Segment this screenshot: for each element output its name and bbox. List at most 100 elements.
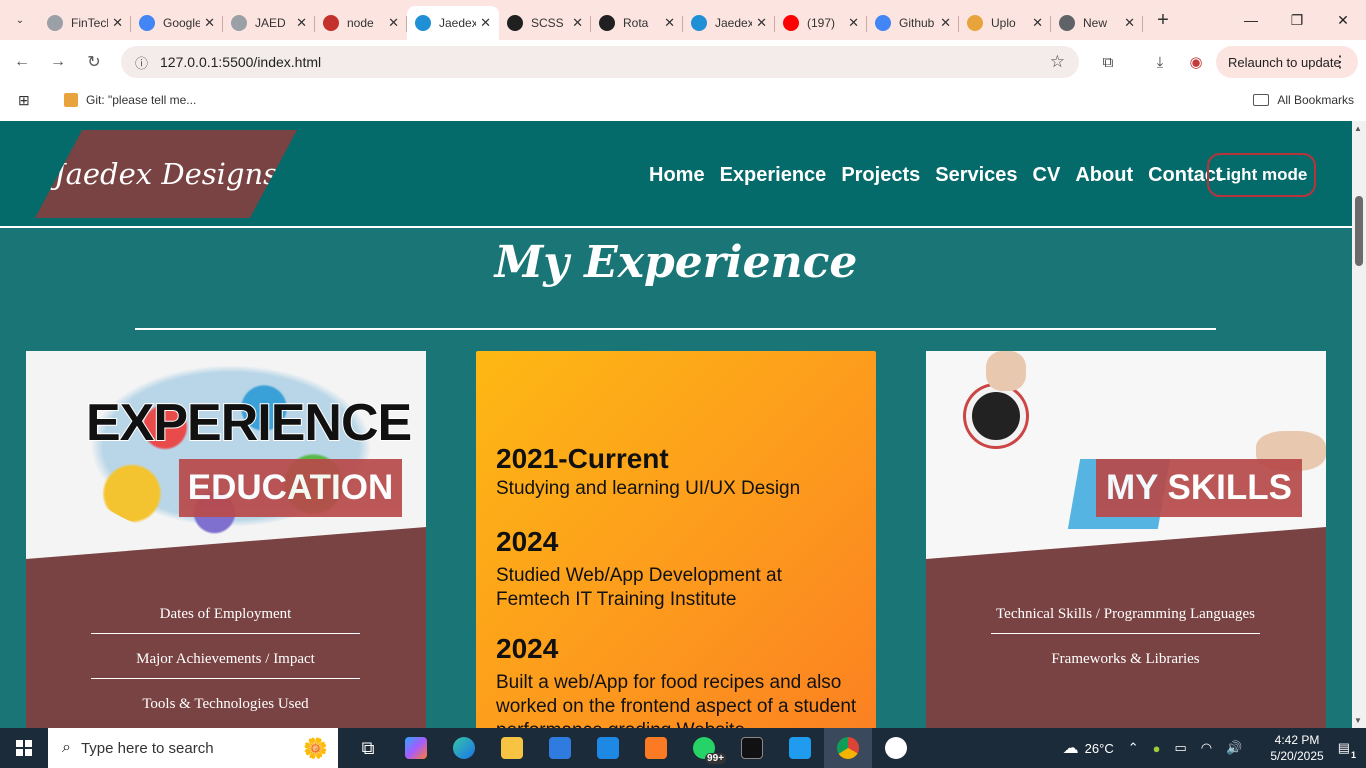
- back-arrow-icon[interactable]: ←: [4, 44, 40, 80]
- search-highlight-icon[interactable]: 🌼: [303, 736, 328, 761]
- site-info-icon[interactable]: ⓘ: [135, 53, 148, 72]
- page-scrollbar[interactable]: ▲ ▼: [1352, 121, 1366, 728]
- scroll-down-icon[interactable]: ▼: [1354, 716, 1362, 725]
- browser-tab[interactable]: Jaedex ✕: [683, 6, 775, 40]
- tab-title: FinTech: [71, 16, 108, 30]
- chrome-icon[interactable]: [824, 728, 872, 768]
- wifi-icon[interactable]: ◠: [1201, 740, 1212, 756]
- bookmark-item[interactable]: Git: "please tell me...: [64, 93, 196, 107]
- tab-favicon-icon: [415, 15, 431, 31]
- browser-tab[interactable]: Uplo ✕: [959, 6, 1051, 40]
- nav-services[interactable]: Services: [935, 164, 1017, 187]
- profile-icon[interactable]: ◉: [1178, 44, 1214, 80]
- notification-count: 1: [1350, 750, 1356, 760]
- tab-close-icon[interactable]: ✕: [480, 15, 491, 31]
- notification-icon[interactable]: ▤ 1: [1338, 740, 1356, 760]
- skills-item[interactable]: Frameworks & Libraries: [991, 642, 1260, 678]
- browser-tab[interactable]: Jaedex ✕: [407, 6, 499, 40]
- tab-list: FinTech✕Google✕JAED✕node✕Jaedex✕SCSS✕Rot…: [39, 0, 1143, 40]
- new-tab-button[interactable]: +: [1149, 6, 1177, 34]
- tab-close-icon[interactable]: ✕: [1124, 15, 1135, 31]
- tab-close-icon[interactable]: ✕: [1032, 15, 1043, 31]
- scroll-up-icon[interactable]: ▲: [1354, 124, 1362, 133]
- skills-item[interactable]: Technical Skills / Programming Languages: [991, 597, 1260, 634]
- education-item[interactable]: Dates of Employment: [91, 597, 360, 634]
- menu-dots-icon[interactable]: ⋮: [1332, 52, 1348, 72]
- vscode-icon[interactable]: [776, 728, 824, 768]
- education-item[interactable]: Major Achievements / Impact: [91, 642, 360, 679]
- tab-search-icon[interactable]: ⌄: [7, 7, 33, 33]
- reload-icon[interactable]: ↻: [76, 44, 112, 80]
- relaunch-button[interactable]: Relaunch to update ⋮: [1216, 46, 1358, 78]
- timeline-card: 2021-Current Studying and learning UI/UX…: [476, 351, 876, 728]
- windows-start-icon[interactable]: [0, 728, 48, 768]
- store-icon[interactable]: [536, 728, 584, 768]
- restore-icon[interactable]: ❐: [1274, 0, 1320, 40]
- whatsapp-icon[interactable]: 99+: [680, 728, 728, 768]
- bookmark-favicon-icon: [64, 93, 78, 107]
- weather-icon[interactable]: ☁: [1063, 738, 1079, 758]
- tab-title: New: [1083, 16, 1108, 30]
- site-logo[interactable]: Jaedex Designs: [35, 130, 297, 218]
- tray-chevron-icon[interactable]: ⌃: [1128, 740, 1139, 756]
- file-explorer-icon[interactable]: [488, 728, 536, 768]
- tray-app-icon[interactable]: ●: [1153, 741, 1161, 756]
- timeline-entry: 2024 Studied Web/App Development at Femt…: [496, 526, 836, 612]
- nav-experience[interactable]: Experience: [720, 164, 827, 187]
- copilot-app-icon[interactable]: [872, 728, 920, 768]
- windows-taskbar: ⌕ Type here to search 🌼 ⧉ 99+ ☁ 26°C ⌃ ●…: [0, 728, 1366, 768]
- tab-close-icon[interactable]: ✕: [296, 15, 307, 31]
- forward-arrow-icon[interactable]: →: [40, 44, 76, 80]
- close-window-icon[interactable]: ✕: [1320, 0, 1366, 40]
- tab-close-icon[interactable]: ✕: [664, 15, 675, 31]
- minimize-icon[interactable]: —: [1228, 0, 1274, 40]
- mail-icon[interactable]: [584, 728, 632, 768]
- browser-tab[interactable]: (197) ✕: [775, 6, 867, 40]
- browser-tab[interactable]: Rota ✕: [591, 6, 683, 40]
- edge-icon[interactable]: [440, 728, 488, 768]
- tab-title: Google: [163, 16, 201, 30]
- tab-close-icon[interactable]: ✕: [572, 15, 583, 31]
- volume-icon[interactable]: 🔊: [1226, 740, 1242, 756]
- bookmark-star-icon[interactable]: ☆: [1050, 52, 1065, 72]
- tab-close-icon[interactable]: ✕: [388, 15, 399, 31]
- browser-tab[interactable]: Google ✕: [131, 6, 223, 40]
- tab-favicon-icon: [47, 15, 63, 31]
- tab-favicon-icon: [875, 15, 891, 31]
- address-bar[interactable]: ⓘ 127.0.0.1:5500/index.html ☆: [121, 46, 1079, 78]
- xampp-icon[interactable]: [632, 728, 680, 768]
- tab-close-icon[interactable]: ✕: [112, 15, 123, 31]
- apps-grid-icon[interactable]: ⊞: [18, 92, 34, 109]
- taskbar-search[interactable]: ⌕ Type here to search 🌼: [48, 728, 338, 768]
- download-icon[interactable]: ⤓: [1142, 44, 1178, 80]
- nav-projects[interactable]: Projects: [841, 164, 920, 187]
- tab-close-icon[interactable]: ✕: [848, 15, 859, 31]
- task-view-icon[interactable]: ⧉: [344, 728, 392, 768]
- browser-tab[interactable]: SCSS ✕: [499, 6, 591, 40]
- weather-temp[interactable]: 26°C: [1085, 741, 1114, 756]
- tab-close-icon[interactable]: ✕: [940, 15, 951, 31]
- nav-cv[interactable]: CV: [1033, 164, 1061, 187]
- nav-about[interactable]: About: [1075, 164, 1133, 187]
- scrollbar-thumb[interactable]: [1355, 196, 1363, 266]
- education-item[interactable]: Tools & Technologies Used: [91, 687, 360, 723]
- timeline-year: 2024: [496, 526, 559, 557]
- browser-tab[interactable]: FinTech ✕: [39, 6, 131, 40]
- light-mode-button[interactable]: Light mode: [1207, 153, 1316, 197]
- toolbar-actions: ⧉ ⤓ ◉: [1090, 44, 1214, 80]
- browser-tab[interactable]: New ✕: [1051, 6, 1143, 40]
- clock[interactable]: 4:42 PM 5/20/2025: [1270, 732, 1323, 764]
- battery-icon[interactable]: ▭: [1174, 740, 1186, 756]
- nav-home[interactable]: Home: [649, 164, 705, 187]
- tab-close-icon[interactable]: ✕: [756, 15, 767, 31]
- all-bookmarks-button[interactable]: All Bookmarks: [1253, 93, 1354, 107]
- extensions-icon[interactable]: ⧉: [1090, 44, 1126, 80]
- browser-tab[interactable]: Github ✕: [867, 6, 959, 40]
- browser-tab[interactable]: JAED ✕: [223, 6, 315, 40]
- browser-tab[interactable]: node ✕: [315, 6, 407, 40]
- terminal-icon[interactable]: [728, 728, 776, 768]
- tab-title: Rota: [623, 16, 649, 30]
- tab-close-icon[interactable]: ✕: [204, 15, 215, 31]
- copilot-icon[interactable]: [392, 728, 440, 768]
- site-header: Jaedex Designs Home Experience Projects …: [0, 121, 1352, 228]
